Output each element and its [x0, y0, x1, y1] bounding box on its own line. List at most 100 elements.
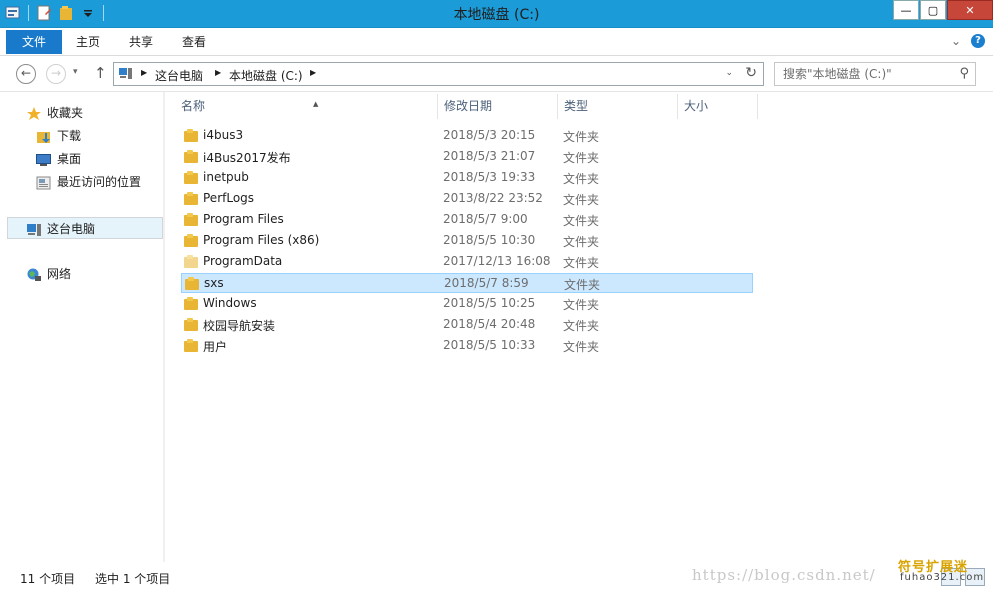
recent-places-icon	[36, 175, 52, 190]
table-row[interactable]: Windows 2018/5/5 10:25 文件夹	[181, 294, 753, 314]
breadcrumb-arrow-icon[interactable]: ▶	[310, 68, 316, 77]
sidebar-item-this-pc[interactable]: 这台电脑	[7, 217, 163, 239]
sidebar-item-desktop[interactable]: 桌面	[0, 148, 163, 170]
sidebar-item-network[interactable]: 网络	[0, 263, 163, 285]
window-title: 本地磁盘 (C:)	[453, 7, 540, 23]
file-name: Program Files (x86)	[203, 233, 320, 247]
help-icon[interactable]: ?	[971, 34, 985, 48]
recent-locations-dropdown[interactable]: ▾	[73, 67, 78, 77]
folder-icon	[184, 213, 200, 227]
file-date: 2018/5/5 10:33	[443, 338, 536, 352]
file-date: 2018/5/7 8:59	[444, 276, 529, 290]
desktop-icon	[36, 152, 52, 166]
folder-icon	[184, 318, 200, 332]
file-name: PerfLogs	[203, 191, 255, 205]
file-list: 名称 ▲ 修改日期 类型 大小 i4bus3 2018/5/3 20:15 文件…	[165, 92, 993, 562]
file-type: 文件夹	[563, 256, 600, 270]
search-box[interactable]: ⚲	[774, 62, 976, 86]
table-row[interactable]: PerfLogs 2013/8/22 23:52 文件夹	[181, 189, 753, 209]
column-header-size[interactable]: 大小	[678, 94, 758, 119]
folder-icon	[185, 277, 201, 291]
table-row-selected[interactable]: sxs 2018/5/7 8:59 文件夹	[181, 273, 753, 293]
network-icon	[26, 267, 42, 281]
search-icon[interactable]: ⚲	[959, 66, 969, 81]
table-row[interactable]: inetpub 2018/5/3 19:33 文件夹	[181, 168, 753, 188]
tab-share[interactable]: 共享	[117, 30, 165, 54]
close-button[interactable]: ✕	[947, 0, 993, 20]
sidebar-item-favorites[interactable]: 收藏夹	[0, 102, 163, 124]
file-type: 文件夹	[563, 151, 600, 165]
table-row[interactable]: ProgramData 2017/12/13 16:08 文件夹	[181, 252, 753, 272]
sidebar-item-label: 最近访问的位置	[57, 175, 142, 189]
sidebar-item-recent-places[interactable]: 最近访问的位置	[0, 171, 163, 193]
sidebar-item-label: 下载	[57, 129, 82, 143]
folder-icon	[184, 129, 200, 143]
search-input[interactable]	[775, 63, 945, 85]
folder-icon	[184, 171, 200, 185]
column-label: 类型	[564, 99, 589, 113]
file-type: 文件夹	[563, 298, 600, 312]
file-name: 用户	[203, 340, 228, 354]
forward-button[interactable]: →	[46, 64, 66, 84]
tab-view[interactable]: 查看	[170, 30, 218, 54]
folder-icon	[184, 297, 200, 311]
sidebar-item-label: 桌面	[57, 152, 82, 166]
file-type: 文件夹	[563, 172, 600, 186]
tab-home[interactable]: 主页	[64, 30, 112, 54]
breadcrumb-arrow-icon[interactable]: ▶	[215, 68, 221, 77]
column-header-name[interactable]: 名称 ▲	[175, 94, 438, 119]
file-name: 校园导航安装	[203, 319, 276, 333]
up-button[interactable]: ↑	[94, 64, 107, 82]
folder-icon	[184, 192, 200, 206]
column-header-date[interactable]: 修改日期	[438, 94, 558, 119]
file-date: 2017/12/13 16:08	[443, 254, 551, 268]
file-type: 文件夹	[563, 193, 600, 207]
file-name: i4bus3	[203, 128, 244, 142]
back-button[interactable]: ←	[16, 64, 36, 84]
table-row[interactable]: i4Bus2017发布 2018/5/3 21:07 文件夹	[181, 147, 753, 167]
maximize-button[interactable]: ▢	[920, 0, 946, 20]
tab-file[interactable]: 文件	[6, 30, 62, 54]
computer-icon	[118, 67, 133, 80]
file-date: 2018/5/3 21:07	[443, 149, 536, 163]
computer-icon	[26, 222, 42, 236]
file-date: 2013/8/22 23:52	[443, 191, 543, 205]
address-dropdown-icon[interactable]: ⌄	[725, 68, 733, 78]
file-date: 2018/5/3 20:15	[443, 128, 536, 142]
file-date: 2018/5/5 10:25	[443, 296, 536, 310]
breadcrumb-this-pc[interactable]: 这台电脑	[155, 67, 203, 84]
file-date: 2018/5/5 10:30	[443, 233, 536, 247]
table-row[interactable]: i4bus3 2018/5/3 20:15 文件夹	[181, 126, 753, 146]
minimize-button[interactable]: —	[893, 0, 919, 20]
refresh-icon[interactable]: ↻	[745, 65, 757, 81]
table-row[interactable]: 校园导航安装 2018/5/4 20:48 文件夹	[181, 315, 753, 335]
breadcrumb-local-disk[interactable]: 本地磁盘 (C:)	[229, 67, 303, 84]
title-bar: 本地磁盘 (C:) — ▢ ✕	[0, 0, 993, 28]
column-header-type[interactable]: 类型	[558, 94, 678, 119]
chevron-down-icon[interactable]: ⌄	[951, 34, 961, 48]
navigation-bar: ← → ▾ ↑ ▶ 这台电脑 ▶ 本地磁盘 (C:) ▶ ⌄ ↻ ⚲	[0, 56, 993, 92]
watermark-logo: 符号扩展迷 fuhao321.com	[898, 556, 985, 586]
file-name: Program Files	[203, 212, 284, 226]
downloads-folder-icon	[36, 129, 52, 143]
sidebar-item-downloads[interactable]: 下载	[0, 125, 163, 147]
item-count: 11 个项目	[20, 572, 76, 586]
sidebar-item-label: 这台电脑	[47, 222, 96, 236]
file-type: 文件夹	[563, 340, 600, 354]
ribbon: 文件 主页 共享 查看 ⌄ ?	[0, 28, 993, 56]
file-type: 文件夹	[563, 130, 600, 144]
selection-count: 选中 1 个项目	[95, 572, 171, 586]
table-row[interactable]: 用户 2018/5/5 10:33 文件夹	[181, 336, 753, 356]
file-type: 文件夹	[563, 214, 600, 228]
star-icon	[26, 106, 42, 120]
table-row[interactable]: Program Files 2018/5/7 9:00 文件夹	[181, 210, 753, 230]
folder-icon	[184, 150, 200, 164]
column-label: 修改日期	[444, 99, 493, 113]
breadcrumb-arrow-icon[interactable]: ▶	[141, 68, 147, 77]
address-bar[interactable]: ▶ 这台电脑 ▶ 本地磁盘 (C:) ▶ ⌄ ↻	[113, 62, 764, 86]
file-type: 文件夹	[563, 319, 600, 333]
column-label: 大小	[684, 99, 709, 113]
table-row[interactable]: Program Files (x86) 2018/5/5 10:30 文件夹	[181, 231, 753, 251]
watermark-logo-domain: fuhao321.com	[900, 572, 985, 583]
sidebar-item-label: 网络	[47, 267, 72, 281]
